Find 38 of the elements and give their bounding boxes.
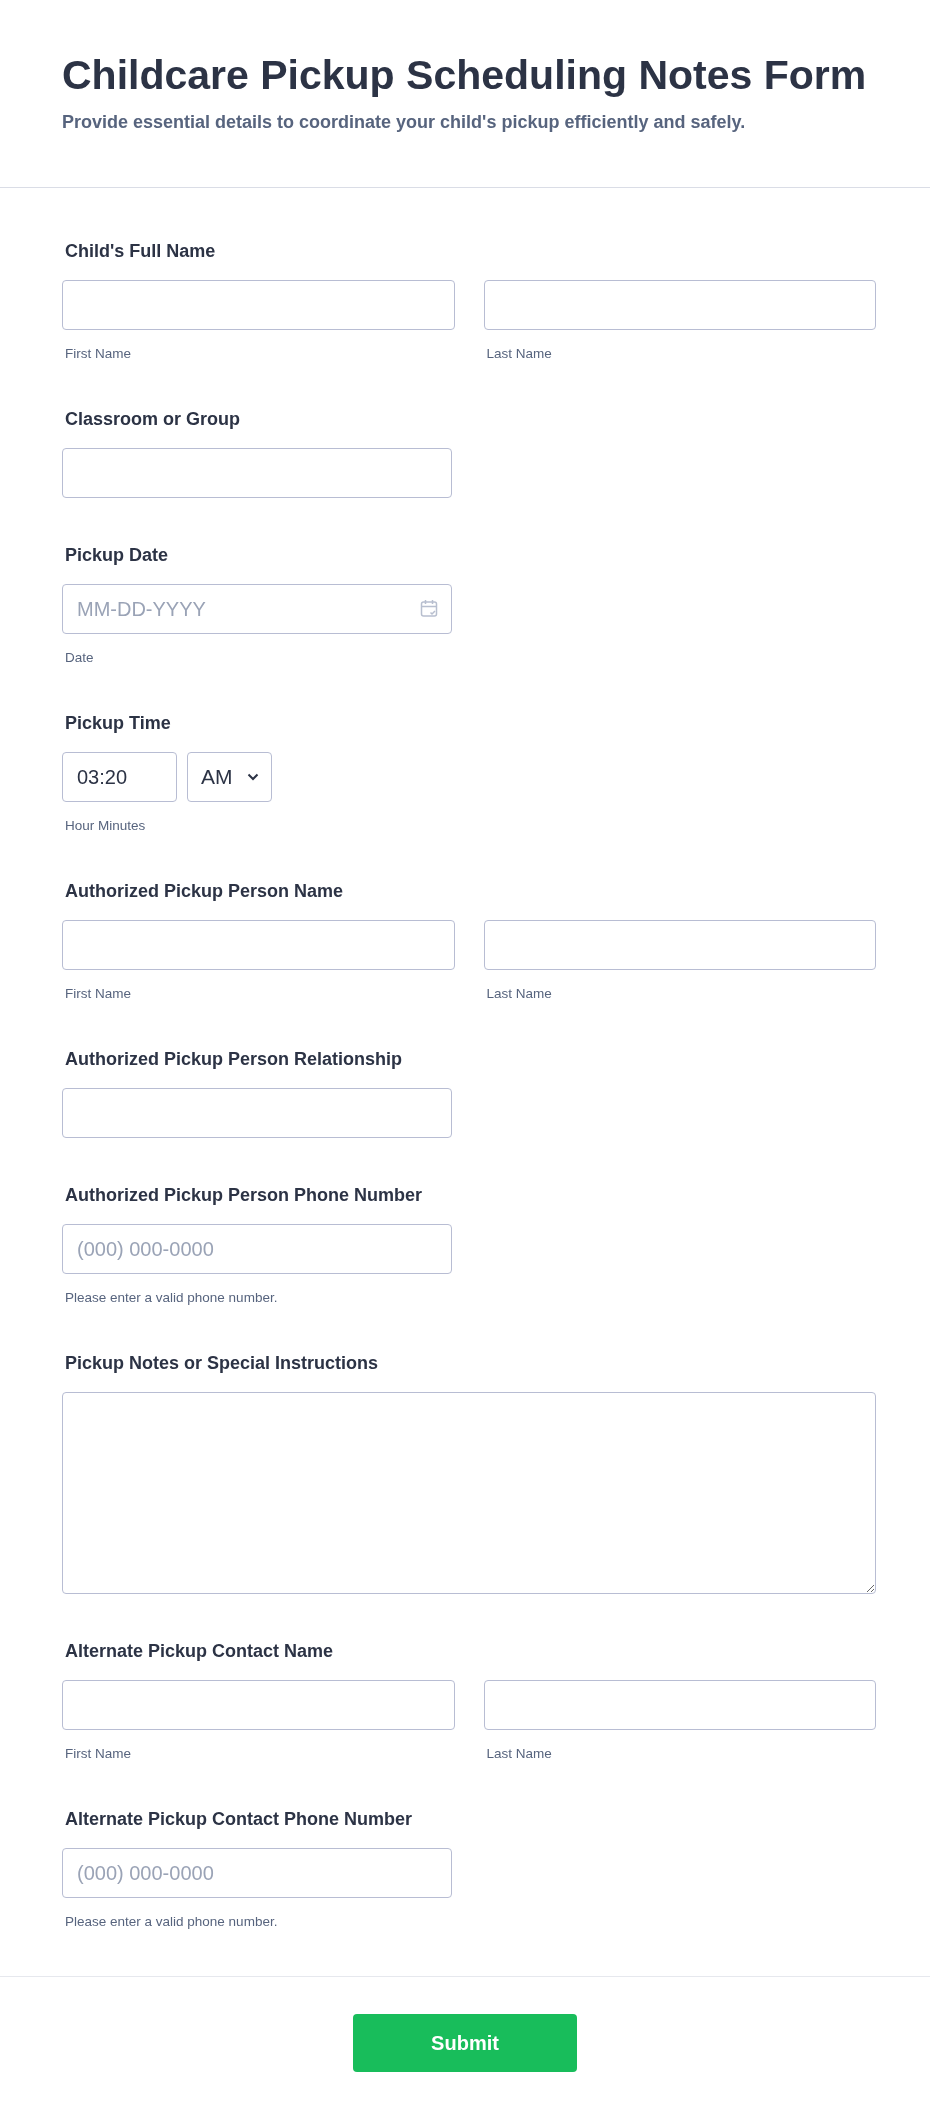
field-label: Child's Full Name <box>64 240 217 262</box>
field-sublabel: First Name <box>64 345 132 362</box>
chevron-down-icon <box>247 773 259 781</box>
field-sublabel: Last Name <box>485 345 553 362</box>
text-input[interactable] <box>62 1088 452 1138</box>
field-label: Pickup Time <box>64 712 172 734</box>
time-input[interactable]: 03:20 <box>62 752 177 802</box>
text-input[interactable] <box>62 1680 455 1730</box>
text-input[interactable] <box>62 280 455 330</box>
field-hint: Please enter a valid phone number. <box>64 1289 279 1306</box>
am-pm-select[interactable]: AM <box>187 752 272 802</box>
form-title: Childcare Pickup Scheduling Notes Form <box>62 51 868 100</box>
field-sublabel: Last Name <box>485 985 553 1002</box>
field-label: Alternate Pickup Contact Name <box>64 1640 335 1662</box>
text-input[interactable] <box>483 280 876 330</box>
field-sublabel: Hour Minutes <box>64 817 147 834</box>
date-input[interactable]: MM-DD-YYYY <box>62 584 452 634</box>
notes-textarea[interactable] <box>62 1392 876 1594</box>
field-sublabel: First Name <box>64 985 132 1002</box>
phone-input[interactable]: (000) 000-0000 <box>62 1848 452 1898</box>
text-input[interactable] <box>483 1680 876 1730</box>
text-input[interactable] <box>483 920 876 970</box>
field-sublabel: First Name <box>64 1745 132 1762</box>
field-label: Pickup Notes or Special Instructions <box>64 1352 380 1374</box>
field-label: Classroom or Group <box>64 408 242 430</box>
text-input[interactable] <box>62 448 452 498</box>
field-hint: Please enter a valid phone number. <box>64 1913 279 1930</box>
phone-input[interactable]: (000) 000-0000 <box>62 1224 452 1274</box>
field-sublabel: Last Name <box>485 1745 553 1762</box>
field-label: Authorized Pickup Person Name <box>64 880 345 902</box>
calendar-icon[interactable] <box>420 599 438 618</box>
field-sublabel: Date <box>64 649 95 666</box>
field-label: Alternate Pickup Contact Phone Number <box>64 1808 414 1830</box>
field-label: Authorized Pickup Person Relationship <box>64 1048 404 1070</box>
form-subtitle: Provide essential details to coordinate your child's pickup efficiently and safely. <box>62 111 747 134</box>
field-label: Authorized Pickup Person Phone Number <box>64 1184 424 1206</box>
text-input[interactable] <box>62 920 455 970</box>
field-label: Pickup Date <box>64 544 170 566</box>
